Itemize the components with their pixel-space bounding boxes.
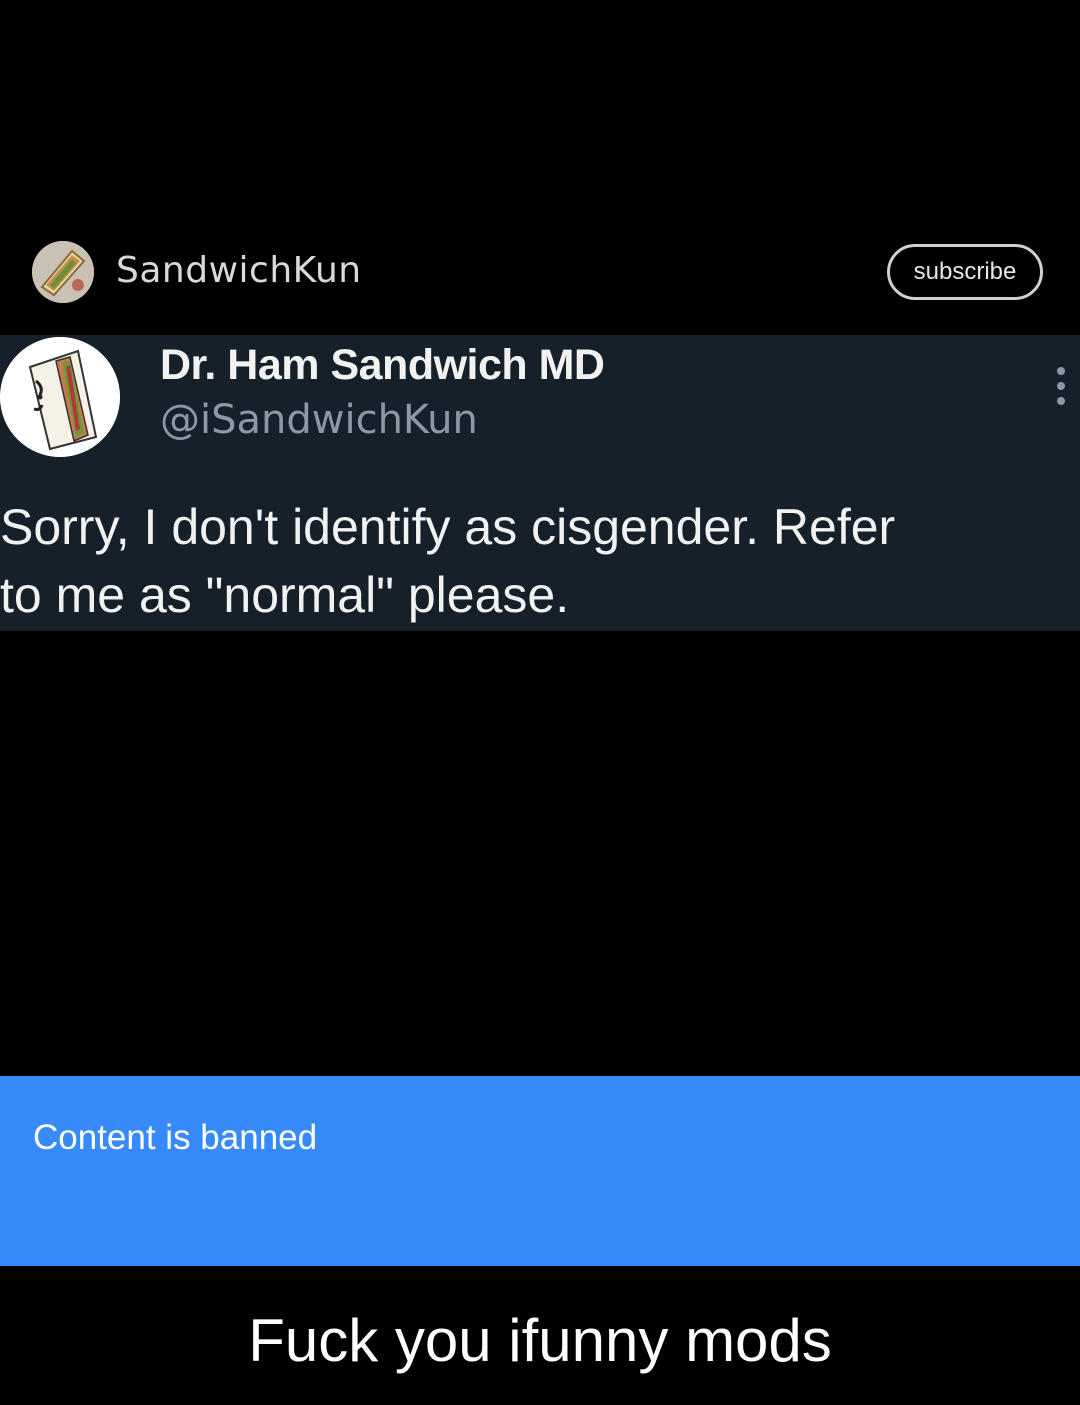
- subscribe-button[interactable]: subscribe: [887, 244, 1043, 300]
- banned-message: Content is banned: [33, 1118, 318, 1157]
- post-header: SandwichKun subscribe: [0, 238, 1080, 308]
- tweet-handle: @iSandwichKun: [160, 397, 478, 443]
- tweet-text: Sorry, I don't identify as cisgender. Re…: [0, 493, 1080, 629]
- tweet-text-line: to me as "normal" please.: [0, 567, 570, 623]
- tweet-display-name: Dr. Ham Sandwich MD: [160, 341, 605, 389]
- caption-text: Fuck you ifunny mods: [248, 1307, 832, 1374]
- sandwich-drawing-avatar-icon: [0, 337, 120, 457]
- tweet-text-line: Sorry, I don't identify as cisgender. Re…: [0, 499, 896, 555]
- tweet-card: Dr. Ham Sandwich MD @iSandwichKun Sorry,…: [0, 335, 1080, 631]
- sandwich-avatar-icon[interactable]: [32, 241, 94, 303]
- author-name[interactable]: SandwichKun: [116, 250, 362, 291]
- banned-banner: Content is banned: [0, 1076, 1080, 1266]
- vertical-ellipsis-icon: [1050, 365, 1072, 407]
